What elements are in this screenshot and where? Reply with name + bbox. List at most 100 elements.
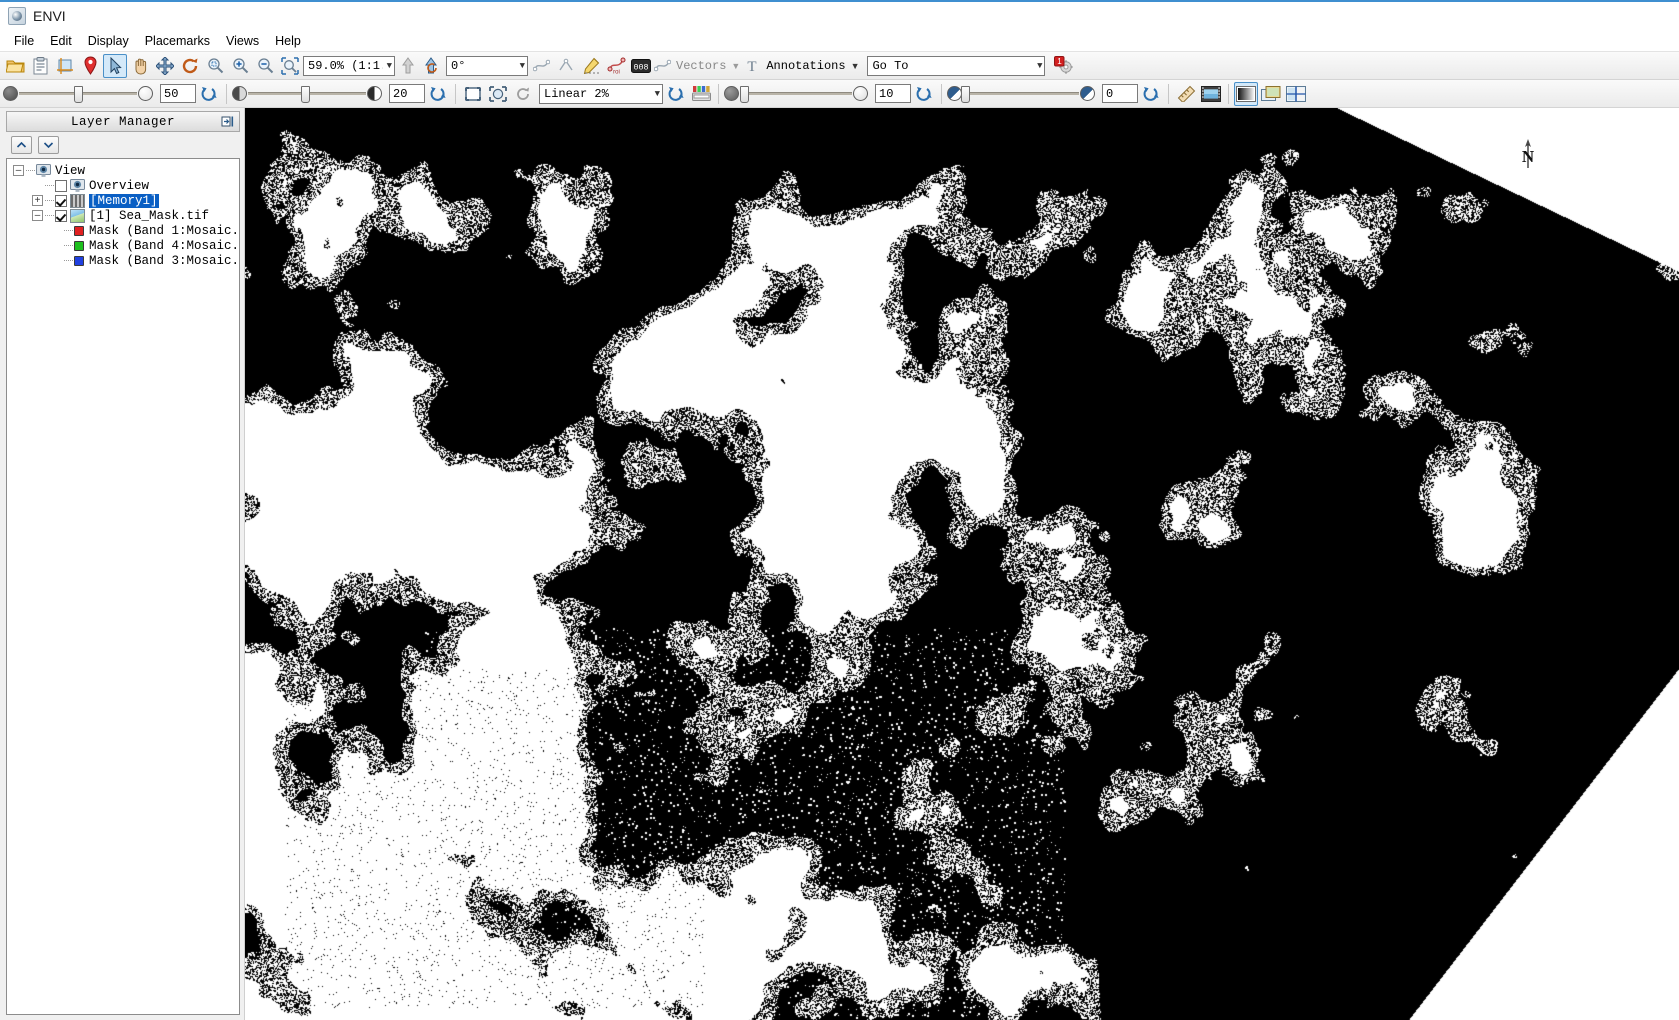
layer-label-band1: Mask (Band 1:Mosaic.tif) [89, 223, 240, 238]
north-up-icon[interactable] [396, 54, 420, 78]
zoom-region-icon[interactable] [278, 54, 302, 78]
transparency-slider-track[interactable] [19, 86, 137, 103]
notifications-gear-icon[interactable]: 1 [1052, 54, 1076, 78]
refresh-stretch-icon[interactable] [511, 82, 535, 106]
brightness-slider-value[interactable]: 20 [389, 84, 425, 103]
reset-contrast-icon[interactable] [912, 82, 936, 106]
rotation-angle-combo[interactable]: 0° ▼ [446, 55, 528, 76]
reset-transparency-icon[interactable] [197, 82, 221, 106]
layer-tree-item-sea-mask[interactable]: – [1] Sea_Mask.tif [7, 208, 239, 223]
roi-tool-icon[interactable]: roi [604, 54, 628, 78]
measurement-tool-icon[interactable] [1174, 82, 1198, 106]
notification-count-badge: 1 [1057, 56, 1062, 66]
chevron-down-icon[interactable]: ▼ [651, 89, 660, 99]
zoom-to-extent-icon[interactable] [203, 54, 227, 78]
zoom-level-combo-value: 59.0% (1:1.7 [308, 58, 383, 73]
move-layer-up-button[interactable] [11, 136, 32, 154]
vectors-menu[interactable]: Vectors ▼ [654, 58, 743, 74]
sharpen-slider-value[interactable]: 0 [1102, 84, 1138, 103]
transparency-slider[interactable] [19, 84, 137, 104]
green-band-swatch-icon [74, 240, 84, 251]
vector-draw-icon[interactable] [529, 54, 553, 78]
reset-sharpen-icon[interactable] [1139, 82, 1163, 106]
stretch-type-combo[interactable]: Linear 2% ▼ [539, 83, 663, 104]
cursor-value-icon[interactable]: 008 [629, 54, 653, 78]
transparency-slider-value[interactable]: 50 [160, 84, 196, 103]
map-view-container[interactable]: N [244, 108, 1679, 1020]
menu-file[interactable]: File [6, 32, 42, 50]
reset-brightness-icon[interactable] [426, 82, 450, 106]
brightness-slider-thumb[interactable] [300, 86, 310, 103]
menu-help[interactable]: Help [267, 32, 309, 50]
brightness-slider[interactable] [248, 84, 366, 104]
open-recent-icon[interactable] [28, 54, 52, 78]
contrast-slider-track[interactable] [740, 86, 852, 103]
main-toolbar: 59.0% (1:1.7▼0°▼roi008Vectors▼TAnnotatio… [0, 52, 1679, 80]
layer-tree-item-band4[interactable]: Mask (Band 4:Mosaic.tif) [7, 238, 239, 253]
brightness-slider-track[interactable] [248, 86, 366, 103]
histogram-stretch-icon[interactable] [689, 82, 713, 106]
contrast-slider[interactable] [740, 84, 852, 104]
sharpen-slider-thumb[interactable] [961, 86, 971, 103]
rotate-icon[interactable] [178, 54, 202, 78]
transparency-slider-thumb[interactable] [74, 86, 83, 103]
fit-to-data-icon[interactable] [486, 82, 510, 106]
sharpen-slider-track[interactable] [961, 86, 1079, 103]
tree-expander-view[interactable]: – [13, 165, 24, 176]
blue-band-swatch-icon [74, 255, 84, 266]
contrast-slider-value[interactable]: 10 [875, 84, 911, 103]
fit-to-window-icon[interactable] [461, 82, 485, 106]
vector-select-icon[interactable] [554, 54, 578, 78]
chevron-down-icon[interactable]: ▼ [1033, 61, 1042, 71]
zoom-in-icon[interactable] [228, 54, 252, 78]
crop-subset-icon[interactable] [53, 54, 77, 78]
zoom-level-combo[interactable]: 59.0% (1:1.7▼ [303, 55, 395, 76]
zoom-out-icon[interactable] [253, 54, 277, 78]
chevron-down-icon[interactable]: ▼ [516, 61, 525, 71]
move-layer-down-button[interactable] [38, 136, 59, 154]
go-to-combo[interactable]: Go To ▼ [867, 55, 1046, 76]
layer-manager-title: Layer Manager [70, 114, 176, 129]
layer-label-memory1: [Memory1] [89, 193, 159, 208]
fly-move-icon[interactable] [153, 54, 177, 78]
roi-pencil-icon[interactable] [579, 54, 603, 78]
select-arrow-icon[interactable] [103, 53, 127, 78]
placemark-pin-icon[interactable] [78, 54, 102, 78]
annotations-menu-label: Annotations [766, 58, 846, 73]
rotate-to-north-icon[interactable] [421, 54, 445, 78]
layer-tree-item-view[interactable]: – View [7, 163, 239, 178]
layer-tree-item-band1[interactable]: Mask (Band 1:Mosaic.tif) [7, 223, 239, 238]
open-file-icon[interactable] [3, 54, 27, 78]
menu-display[interactable]: Display [80, 32, 137, 50]
menu-placemarks[interactable]: Placemarks [137, 32, 218, 50]
pin-panel-icon[interactable] [220, 114, 236, 129]
chevron-down-icon[interactable]: ▼ [731, 61, 743, 71]
layer-visibility-checkbox-overview[interactable] [55, 179, 67, 192]
chevron-down-icon[interactable]: ▼ [383, 61, 392, 71]
contrast-slider-thumb[interactable] [740, 86, 750, 103]
reset-stretch-icon[interactable] [664, 82, 688, 106]
layer-visibility-checkbox-sea-mask[interactable] [55, 209, 67, 222]
tree-expander-sea-mask[interactable]: – [32, 210, 43, 221]
blend-view-icon[interactable] [1284, 82, 1308, 106]
sharpen-high-icon [1080, 86, 1095, 101]
map-display-canvas[interactable] [245, 108, 1679, 1020]
sharpen-low-icon [947, 86, 962, 101]
layer-tree-item-band3[interactable]: Mask (Band 3:Mosaic.tif) [7, 253, 239, 268]
portal-view-icon[interactable] [1259, 82, 1283, 106]
tree-connector [45, 200, 54, 201]
menu-edit[interactable]: Edit [42, 32, 80, 50]
layer-tree-item-memory1[interactable]: + [Memory1] [7, 193, 239, 208]
annotations-menu[interactable]: T Annotations ▼ [744, 57, 863, 75]
layer-tree[interactable]: – View Overview + [Memory1] – [1] Sea_Mask.tif… [6, 158, 240, 1015]
layer-tree-item-overview[interactable]: Overview [7, 178, 239, 193]
pan-hand-icon[interactable] [128, 54, 152, 78]
sharpen-slider[interactable] [961, 84, 1079, 104]
tree-connector [64, 245, 73, 246]
animation-icon[interactable] [1199, 82, 1223, 106]
menu-views[interactable]: Views [218, 32, 267, 50]
greyscale-view-icon[interactable] [1234, 81, 1258, 106]
chevron-down-icon[interactable]: ▼ [851, 61, 863, 71]
layer-visibility-checkbox-memory1[interactable] [55, 194, 67, 207]
tree-expander-memory1[interactable]: + [32, 195, 43, 206]
